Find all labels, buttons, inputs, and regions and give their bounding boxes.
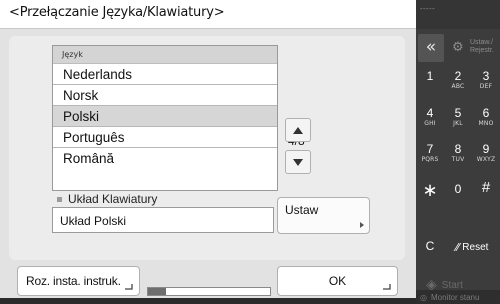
- corner-arrow-icon: [125, 284, 133, 290]
- keyboard-layout-field: Układ Polski: [52, 207, 274, 233]
- key-digit: 6: [482, 106, 490, 120]
- key-digit: 1: [426, 69, 434, 83]
- register-settings-label: Ustaw./ Rejestr.: [470, 39, 494, 54]
- bullet-icon: [57, 196, 62, 202]
- gear-icon: ⚙: [452, 40, 464, 55]
- triangle-up-icon: [293, 126, 303, 134]
- set-button-label: Ustaw: [285, 203, 319, 217]
- key-letters: ABC: [451, 83, 465, 90]
- progress-bar-fill: [148, 288, 167, 295]
- progress-bar: [147, 287, 271, 296]
- key-letters: GHI: [424, 120, 436, 127]
- keypad-top-dashes: -----: [420, 5, 436, 13]
- keypad-top-bar: -----: [416, 0, 500, 29]
- language-item-polski[interactable]: Polski: [53, 106, 277, 127]
- key-7[interactable]: 7 PQRS: [416, 142, 444, 164]
- start-label: Start: [441, 279, 463, 291]
- key-5[interactable]: 5 JKL: [444, 106, 472, 128]
- set-button[interactable]: Ustaw: [277, 197, 370, 234]
- language-item-norsk[interactable]: Norsk: [53, 85, 277, 106]
- back-button[interactable]: «: [418, 34, 444, 62]
- language-item-portugues[interactable]: Português: [53, 127, 277, 148]
- key-digit: 3: [482, 69, 490, 83]
- key-8[interactable]: 8 TUV: [444, 142, 472, 164]
- key-letters: MNO: [478, 120, 494, 127]
- key-letters: PQRS: [421, 156, 439, 163]
- key-0[interactable]: 0: [444, 182, 472, 196]
- reset-label: Reset: [462, 241, 489, 253]
- key-digit: 2: [454, 69, 462, 83]
- key-1[interactable]: 1: [416, 70, 444, 83]
- register-settings-button[interactable]: ⚙ Ustaw./ Rejestr.: [446, 34, 500, 62]
- reset-pen-icon: ⁄⁄: [455, 240, 460, 254]
- key-letters: WXYZ: [476, 156, 496, 163]
- scroll-down-button[interactable]: [285, 150, 311, 174]
- key-digit: 5: [454, 106, 462, 120]
- status-monitor-label: Monitor stanu: [430, 292, 480, 302]
- title-bar: <Przełączanie Języka/Klawiatury>: [0, 0, 416, 29]
- key-9[interactable]: 9 WXYZ: [472, 142, 500, 164]
- reset-button[interactable]: ⁄⁄ Reset: [444, 238, 500, 256]
- scroll-up-button[interactable]: [285, 118, 311, 142]
- key-letters: DEF: [479, 83, 493, 90]
- key-digit: 4: [426, 106, 434, 120]
- key-3[interactable]: 3 DEF: [472, 69, 500, 91]
- language-list: Język Nederlands Norsk Polski Português …: [52, 45, 278, 191]
- triangle-down-icon: [293, 158, 303, 166]
- instructions-button[interactable]: Roz. insta. instruk.: [17, 266, 140, 296]
- key-4[interactable]: 4 GHI: [416, 106, 444, 128]
- instructions-button-label: Roz. insta. instruk.: [26, 274, 121, 288]
- key-digit: 9: [482, 142, 490, 156]
- star-key[interactable]: ∗: [416, 180, 444, 201]
- main-screen: <Przełączanie Języka/Klawiatury> Język N…: [0, 0, 416, 304]
- key-letters: TUV: [451, 156, 465, 163]
- key-digit: 7: [426, 142, 434, 156]
- hash-key[interactable]: #: [472, 179, 500, 196]
- bottom-strip: [0, 298, 416, 304]
- ok-button[interactable]: OK: [277, 266, 398, 296]
- ok-button-label: OK: [328, 274, 347, 288]
- keyboard-layout-label-row: Układ Klawiatury: [57, 192, 157, 206]
- keypad-panel: ----- « ⚙ Ustaw./ Rejestr. 1 2 ABC 3 DEF…: [416, 0, 500, 304]
- keyboard-layout-label: Układ Klawiatury: [68, 192, 158, 206]
- clear-key[interactable]: C: [416, 239, 444, 253]
- language-list-header: Język: [53, 46, 277, 64]
- status-monitor-button[interactable]: ◎ Monitor stanu: [416, 290, 500, 304]
- key-letters: JKL: [453, 120, 463, 127]
- corner-arrow-icon: [360, 222, 364, 228]
- corner-arrow-icon: [383, 284, 391, 290]
- monitor-icon: ◎: [420, 292, 427, 302]
- language-item-romana[interactable]: Română: [53, 148, 277, 169]
- key-2[interactable]: 2 ABC: [444, 69, 472, 91]
- page-title: <Przełączanie Języka/Klawiatury>: [9, 5, 225, 20]
- key-digit: 8: [454, 142, 462, 156]
- language-item-nederlands[interactable]: Nederlands: [53, 64, 277, 85]
- key-6[interactable]: 6 MNO: [472, 106, 500, 128]
